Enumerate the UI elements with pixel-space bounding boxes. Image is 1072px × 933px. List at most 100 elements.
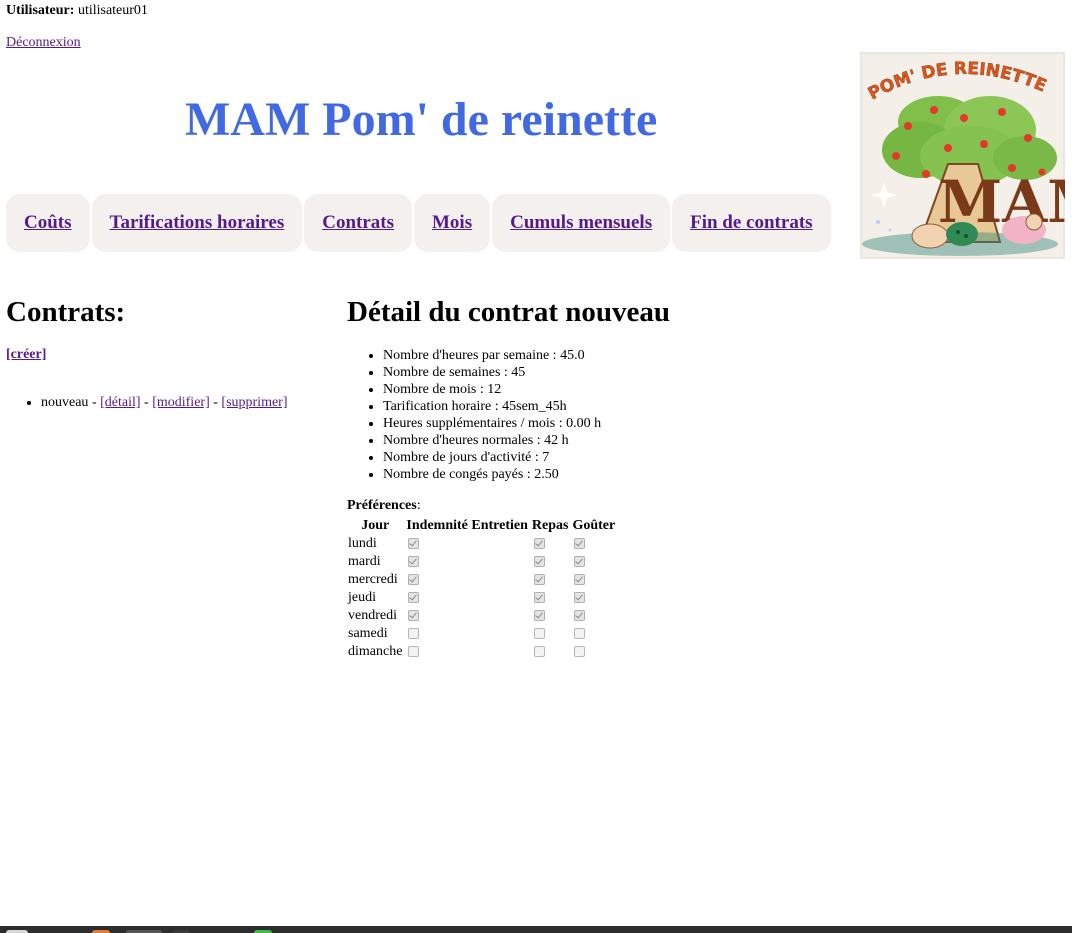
- checkbox-cell: [531, 608, 570, 624]
- gouter-checkbox[interactable]: [574, 646, 586, 658]
- checkbox-cell: [571, 644, 616, 660]
- checkbox-cell: [531, 626, 570, 642]
- indemnite-checkbox[interactable]: [408, 556, 420, 568]
- day-label: mardi: [348, 554, 381, 569]
- detail-heading: Détail du contrat nouveau: [347, 296, 671, 328]
- indemnite-checkbox[interactable]: [408, 538, 420, 550]
- preferences-colon: :: [416, 498, 421, 513]
- indemnite-checkbox[interactable]: [408, 628, 420, 640]
- day-label: lundi: [348, 536, 377, 551]
- indemnite-checkbox[interactable]: [408, 592, 420, 604]
- checkbox-cell: [405, 644, 528, 660]
- contract-detail-panel: Détail du contrat nouveau Nombre d'heure…: [347, 295, 907, 659]
- detail-item: Nombre de semaines : 45: [383, 364, 601, 381]
- col-header-repas: Repas: [531, 518, 569, 533]
- detail-item: Heures supplémentaires / mois : 0.00 h: [383, 415, 601, 432]
- checkbox-cell: [405, 608, 528, 624]
- checkbox-cell: [405, 554, 528, 570]
- gouter-checkbox[interactable]: [574, 592, 586, 604]
- create-contract-link[interactable]: [créer]: [6, 347, 46, 363]
- nav-link-couts[interactable]: Coûts: [24, 212, 72, 234]
- col-header-jour: Jour: [361, 518, 390, 533]
- nav-link-fin-contrats[interactable]: Fin de contrats: [690, 212, 812, 234]
- checkbox-cell: [531, 572, 570, 588]
- main-nav: Coûts Tarifications horaires Contrats Mo…: [6, 194, 833, 252]
- detail-item: Nombre d'heures par semaine : 45.0: [383, 347, 601, 364]
- repas-checkbox[interactable]: [533, 628, 545, 640]
- detail-item: Nombre d'heures normales : 42 h: [383, 432, 601, 449]
- checkbox-cell: [405, 572, 528, 588]
- separator: -: [209, 395, 222, 410]
- nav-item-fin-contrats: Fin de contrats: [672, 194, 831, 252]
- repas-checkbox[interactable]: [533, 574, 545, 586]
- detail-item: Nombre de jours d'activité : 7: [383, 449, 601, 466]
- nav-item-contrats: Contrats: [304, 194, 412, 252]
- day-label: dimanche: [348, 644, 403, 659]
- nav-item-cumuls: Cumuls mensuels: [492, 194, 671, 252]
- gouter-checkbox[interactable]: [574, 538, 586, 550]
- contract-modify-link[interactable]: [modifier]: [152, 395, 210, 410]
- checkbox-cell: [531, 590, 570, 606]
- separator: -: [88, 395, 101, 410]
- user-label: Utilisateur:: [6, 3, 75, 18]
- preferences-row: mercredi: [347, 572, 616, 588]
- checkbox-cell: [405, 536, 528, 552]
- preferences-body: lundi mardi mercredi jeudi vendredi samedi dim…: [347, 536, 616, 660]
- day-label: mercredi: [348, 572, 398, 587]
- apple-tree-logo-icon: POM' DE REINETTE MAM: [860, 52, 1065, 259]
- detail-list: Nombre d'heures par semaine : 45.0 Nombr…: [347, 347, 601, 483]
- detail-item: Nombre de mois : 12: [383, 381, 601, 398]
- taskbar: [0, 926, 1072, 933]
- indemnite-checkbox[interactable]: [408, 610, 420, 622]
- preferences-table: Jour Indemnité Entretien Repas Goûter lu…: [345, 516, 618, 662]
- nav-item-tarifications: Tarifications horaires: [91, 194, 303, 252]
- day-label: samedi: [348, 626, 388, 641]
- gouter-checkbox[interactable]: [574, 574, 586, 586]
- checkbox-cell: [405, 626, 528, 642]
- checkbox-cell: [571, 572, 616, 588]
- preferences-row: lundi: [347, 536, 616, 552]
- detail-item: Nombre de congés payés : 2.50: [383, 466, 601, 483]
- col-header-gouter: Goûter: [572, 518, 616, 533]
- indemnite-checkbox[interactable]: [408, 574, 420, 586]
- contract-name: nouveau: [41, 395, 89, 410]
- checkbox-cell: [571, 626, 616, 642]
- preferences-title: Préférences: [347, 498, 417, 513]
- preferences-row: vendredi: [347, 608, 616, 624]
- contract-detail-link[interactable]: [détail]: [100, 395, 140, 410]
- repas-checkbox[interactable]: [533, 646, 545, 658]
- repas-checkbox[interactable]: [533, 610, 545, 622]
- nav-link-contrats[interactable]: Contrats: [322, 212, 394, 234]
- col-header-indemnite: Indemnité Entretien: [406, 518, 528, 533]
- indemnite-checkbox[interactable]: [408, 646, 420, 658]
- nav-link-mois[interactable]: Mois: [432, 212, 472, 234]
- detail-item: Tarification horaire : 45sem_45h: [383, 398, 601, 415]
- checkbox-cell: [571, 536, 616, 552]
- day-label: vendredi: [348, 608, 397, 623]
- contract-delete-link[interactable]: [supprimer]: [221, 395, 287, 410]
- gouter-checkbox[interactable]: [574, 556, 586, 568]
- checkbox-cell: [531, 644, 570, 660]
- logout-link[interactable]: Déconnexion: [6, 35, 81, 51]
- preferences-label: Préférences:: [347, 498, 421, 514]
- checkbox-cell: [405, 590, 528, 606]
- repas-checkbox[interactable]: [533, 538, 545, 550]
- contract-list-item: nouveau - [détail] - [modifier] - [suppr…: [41, 395, 361, 411]
- nav-link-cumuls[interactable]: Cumuls mensuels: [510, 212, 652, 234]
- repas-checkbox[interactable]: [533, 592, 545, 604]
- nav-item-mois: Mois: [414, 194, 491, 252]
- day-label: jeudi: [348, 590, 376, 605]
- preferences-row: jeudi: [347, 590, 616, 606]
- checkbox-cell: [531, 554, 570, 570]
- contracts-panel: Contrats: [créer] nouveau - [détail] - […: [6, 295, 326, 410]
- nav-item-couts: Coûts: [6, 194, 90, 252]
- preferences-row: dimanche: [347, 644, 616, 660]
- preferences-header-row: Jour Indemnité Entretien Repas Goûter: [347, 518, 616, 534]
- user-info: Utilisateur: utilisateur01: [6, 3, 148, 19]
- repas-checkbox[interactable]: [533, 556, 545, 568]
- preferences-row: samedi: [347, 626, 616, 642]
- gouter-checkbox[interactable]: [574, 610, 586, 622]
- username: utilisateur01: [77, 3, 148, 18]
- nav-link-tarifications[interactable]: Tarifications horaires: [110, 212, 285, 234]
- gouter-checkbox[interactable]: [574, 628, 586, 640]
